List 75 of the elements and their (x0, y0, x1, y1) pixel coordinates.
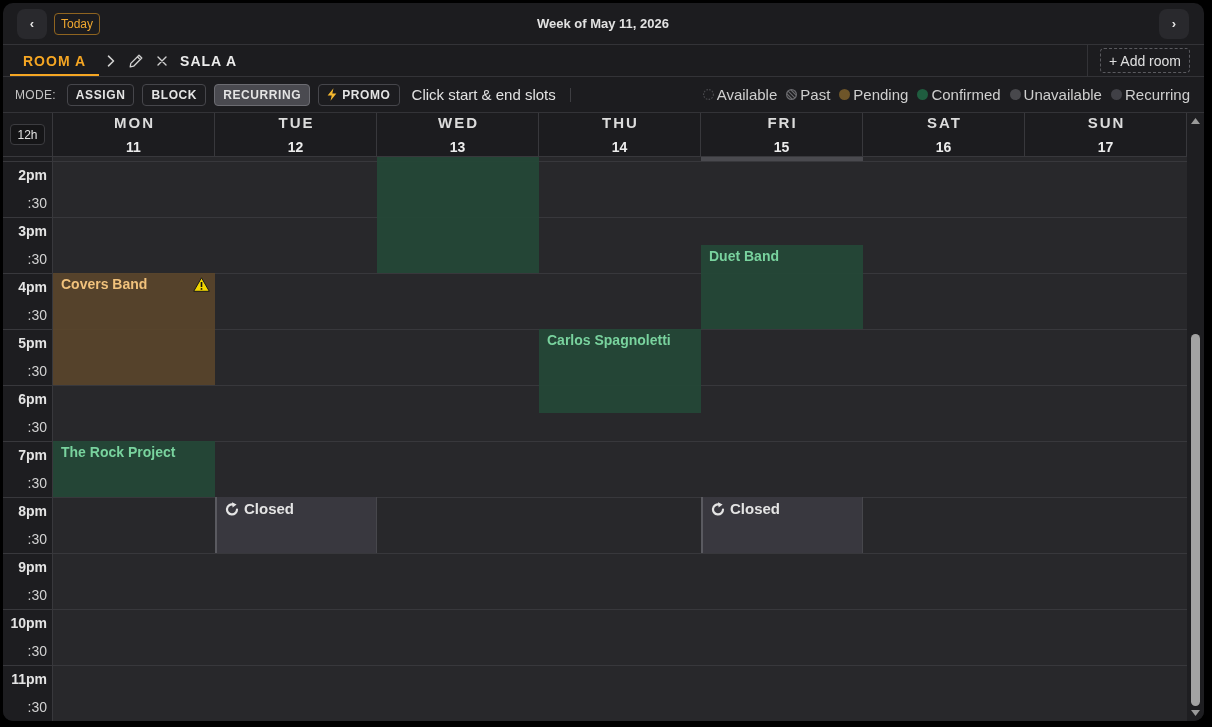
day-date: 12 (287, 138, 304, 156)
closed-label: Closed (730, 500, 780, 517)
legend-label: Recurring (1124, 86, 1190, 103)
mode-button[interactable]: BLOCK (142, 83, 207, 106)
time-format-toggle[interactable]: 12h (10, 124, 45, 145)
day-name: SAT (926, 114, 962, 132)
circular-arrow-icon (711, 502, 725, 516)
day-date: 15 (773, 138, 790, 156)
hour-label: 6pm (18, 390, 47, 408)
up-arrow-icon[interactable] (1191, 118, 1200, 124)
hour-label: 9pm (18, 558, 47, 576)
day-name: THU (601, 114, 639, 132)
booking-block[interactable]: Covers Band (53, 273, 215, 385)
instruction-text: Click start & end slots (411, 86, 556, 103)
legend-label: Available (716, 86, 778, 103)
booking-title: The Rock Project (61, 444, 176, 461)
half-hour-label: :30 (27, 698, 47, 716)
hour-label: 10pm (10, 614, 47, 632)
day-date: 11 (126, 138, 141, 156)
day-name: MON (113, 114, 155, 132)
half-hour-label: :30 (27, 474, 47, 492)
booking-title: Duet Band (709, 248, 779, 265)
day-date: 17 (1097, 138, 1114, 156)
down-arrow-icon[interactable] (1191, 710, 1200, 716)
room-tab[interactable]: SALA A (167, 45, 251, 76)
chevron-right-icon[interactable] (107, 54, 116, 67)
legend-label: Confirmed (931, 86, 1001, 103)
legend-label: Unavailable (1023, 86, 1102, 103)
mode-button[interactable]: ASSIGN (66, 83, 135, 106)
booking-block[interactable]: The Rock Project (53, 441, 215, 497)
half-hour-label: :30 (27, 642, 47, 660)
hour-label: 5pm (18, 334, 47, 352)
day-date: 13 (449, 138, 466, 156)
hour-label: 8pm (18, 502, 47, 520)
closed-label: Closed (244, 500, 294, 517)
hour-label: 11pm (11, 670, 47, 688)
half-hour-label: :30 (27, 362, 47, 380)
hour-label: 3pm (18, 222, 47, 240)
next-week-button[interactable]: › (1159, 8, 1189, 39)
closed-block[interactable]: Closed (701, 497, 863, 553)
day-name: FRI (766, 114, 798, 132)
booking-block[interactable]: Carlos Spagnoletti (539, 329, 701, 413)
mode-button[interactable]: PROMO (318, 83, 400, 106)
room-tab[interactable]: ROOM A (10, 45, 100, 76)
half-hour-label: :30 (27, 194, 47, 212)
previous-week-button[interactable]: ‹ (17, 8, 47, 39)
day-date: 14 (611, 138, 628, 156)
hour-label: 7pm (18, 446, 47, 464)
add-room-button[interactable]: + Add room (1100, 48, 1190, 73)
half-hour-label: :30 (27, 418, 47, 436)
closed-block[interactable]: Closed (215, 497, 377, 553)
scrollbar-thumb[interactable] (1191, 334, 1200, 706)
day-name: WED (437, 114, 479, 132)
day-name: TUE (277, 114, 315, 132)
week-title: Week of May 11, 2026 (537, 16, 669, 31)
booking-title: Carlos Spagnoletti (547, 332, 671, 349)
booking-block[interactable]: Duet Band (701, 245, 863, 329)
half-hour-label: :30 (27, 586, 47, 604)
mode-label: MODE: (15, 87, 56, 102)
legend-label: Pending (853, 86, 909, 103)
booking-title: Covers Band (61, 276, 148, 293)
half-hour-label: :30 (27, 530, 47, 548)
lightning-icon (327, 88, 338, 101)
today-button[interactable]: Today (54, 12, 101, 35)
hour-label: 2pm (18, 166, 47, 184)
half-hour-label: :30 (27, 306, 47, 324)
legend-label: Past (800, 86, 831, 103)
close-icon[interactable] (157, 55, 168, 66)
mode-button[interactable]: RECURRING (214, 83, 311, 106)
hour-label: 4pm (18, 278, 47, 296)
pencil-icon[interactable] (129, 53, 144, 68)
half-hour-label: :30 (27, 250, 47, 268)
circular-arrow-icon (225, 502, 239, 516)
day-name: SUN (1086, 114, 1126, 132)
day-date: 16 (935, 138, 952, 156)
